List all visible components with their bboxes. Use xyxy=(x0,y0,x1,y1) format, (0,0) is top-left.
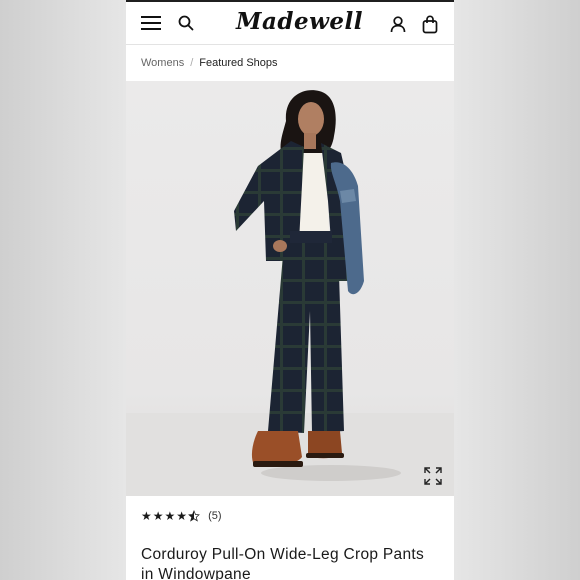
breadcrumb: Womens / Featured Shops xyxy=(126,45,454,82)
model-figure xyxy=(234,90,401,481)
expand-icon xyxy=(424,467,442,485)
hamburger-icon xyxy=(141,16,161,30)
shopping-bag-icon xyxy=(422,14,438,33)
star-icon: ★ xyxy=(176,509,188,523)
search-button[interactable] xyxy=(176,12,196,34)
half-star-icon xyxy=(188,510,200,522)
product-rating[interactable]: ★ ★ ★ ★ (5) xyxy=(126,496,454,522)
search-icon xyxy=(178,15,194,31)
user-icon xyxy=(390,15,406,32)
left-backdrop xyxy=(0,0,126,580)
star-icon: ★ xyxy=(152,509,164,523)
mobile-page: Madewell Womens / Featured Shops ★ ★ ★ ★… xyxy=(126,0,454,580)
breadcrumb-featured-shops-link[interactable]: Featured Shops xyxy=(199,57,277,69)
star-rating: ★ ★ ★ ★ xyxy=(141,510,200,522)
menu-button[interactable] xyxy=(140,11,162,35)
expand-image-button[interactable] xyxy=(424,467,442,485)
breadcrumb-separator: / xyxy=(190,57,194,69)
product-info: ★ ★ ★ ★ (5) Corduroy Pull-On Wide-Leg Cr… xyxy=(126,496,454,580)
right-backdrop xyxy=(454,0,580,580)
review-count[interactable]: (5) xyxy=(208,510,221,522)
account-button[interactable] xyxy=(388,13,408,35)
star-icon: ★ xyxy=(164,509,176,523)
star-icon: ★ xyxy=(141,509,152,523)
brand-logo[interactable]: Madewell xyxy=(236,8,363,35)
product-image[interactable] xyxy=(126,81,454,496)
bag-button[interactable] xyxy=(420,12,440,36)
product-title: Corduroy Pull-On Wide-Leg Crop Pants in … xyxy=(141,546,425,580)
site-header: Madewell xyxy=(126,2,454,45)
breadcrumb-womens-link[interactable]: Womens xyxy=(141,57,184,69)
